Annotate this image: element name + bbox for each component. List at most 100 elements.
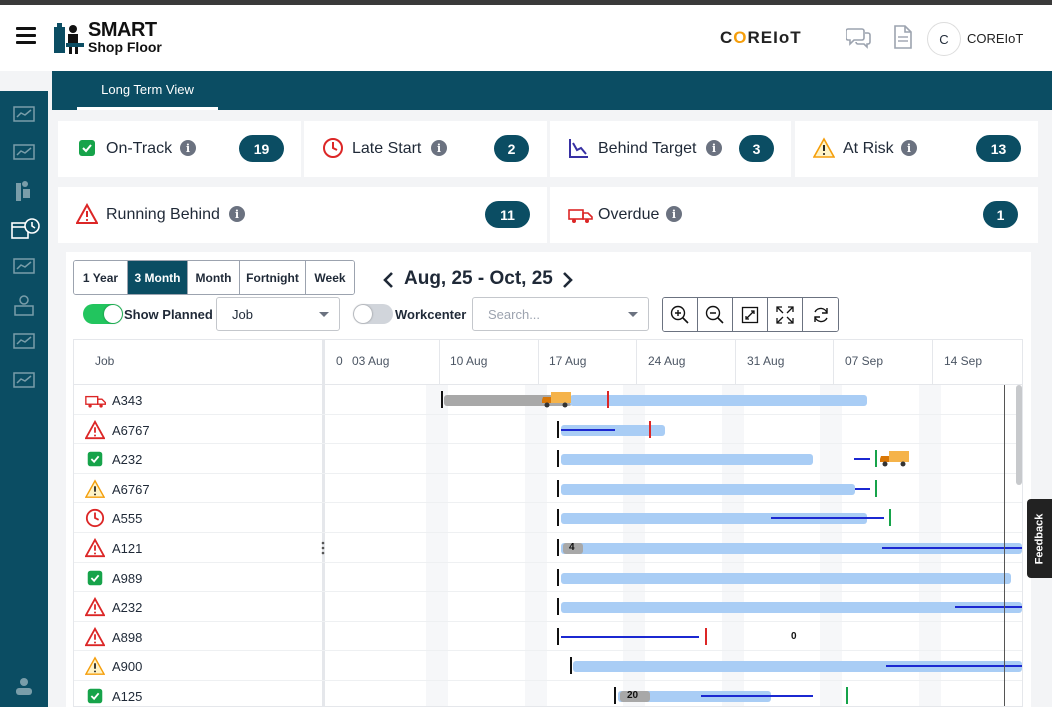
sidebar-operator-icon[interactable] <box>13 294 35 316</box>
status-card-overdue[interactable]: Overdue i 1 <box>550 187 1038 243</box>
document-icon[interactable] <box>890 25 916 49</box>
avatar[interactable]: C <box>927 22 961 56</box>
fullscreen-button[interactable] <box>768 298 803 331</box>
period-1-year-button[interactable]: 1 Year <box>74 261 128 294</box>
caret-down-icon <box>319 312 329 317</box>
group-by-value: Job <box>232 306 253 322</box>
sidebar-chart-icon[interactable] <box>13 333 35 351</box>
status-count: 1 <box>983 201 1018 228</box>
table-row[interactable]: A121 4 <box>74 533 1022 563</box>
job-name: A900 <box>112 659 143 675</box>
period-3-month-button[interactable]: 3 Month <box>128 261 188 294</box>
sidebar-chart-icon[interactable] <box>13 106 35 124</box>
job-name: A343 <box>112 393 143 408</box>
status-card-label: On-Track <box>106 140 173 157</box>
date-header: 24 Aug <box>648 354 686 368</box>
zoom-out-button[interactable] <box>698 298 733 331</box>
zoom-toolbar <box>662 297 839 332</box>
status-card-label: Overdue <box>598 206 660 223</box>
chevron-right-icon[interactable] <box>562 271 574 289</box>
sidebar-calendar-clock-icon[interactable] <box>11 217 41 241</box>
table-row[interactable]: A6767 <box>74 474 1022 504</box>
table-row[interactable]: A555 <box>74 503 1022 533</box>
user-name[interactable]: COREIoT <box>967 31 1023 46</box>
period-month-button[interactable]: Month <box>188 261 240 294</box>
table-row[interactable]: A898 0 <box>74 622 1022 652</box>
job-name: A6767 <box>112 422 150 438</box>
feedback-label: Feedback <box>1033 513 1046 564</box>
period-fortnight-button[interactable]: Fortnight <box>240 261 306 294</box>
sidebar-chart-icon[interactable] <box>13 258 35 276</box>
date-header: 03 Aug <box>352 354 390 368</box>
fit-button[interactable] <box>733 298 768 331</box>
warning-icon <box>85 479 105 498</box>
group-by-select[interactable]: Job <box>216 297 340 331</box>
table-row[interactable]: A232 <box>74 444 1022 474</box>
job-column-header[interactable]: Job <box>95 354 114 368</box>
alert-triangle-icon <box>85 597 105 617</box>
info-icon[interactable]: i <box>901 140 917 156</box>
workcenter-toggle[interactable] <box>353 304 393 324</box>
table-row[interactable]: A6767 <box>74 415 1022 445</box>
delivery-truck-icon <box>542 392 571 408</box>
alert-triangle-icon <box>85 538 105 558</box>
table-row[interactable]: A900 <box>74 651 1022 681</box>
period-week-button[interactable]: Week <box>306 261 354 294</box>
status-card-label: Behind Target <box>598 140 697 157</box>
status-card-late-start[interactable]: Late Start i 2 <box>304 121 547 177</box>
chat-icon[interactable] <box>846 25 872 49</box>
clock-icon <box>85 509 105 528</box>
table-row[interactable]: A343 <box>74 385 1022 415</box>
job-name: A121 <box>112 541 143 556</box>
zoom-in-button[interactable] <box>663 298 698 331</box>
job-name: A232 <box>112 600 143 616</box>
sidebar-chart-icon[interactable] <box>13 372 35 390</box>
sidebar <box>0 91 48 707</box>
search-select[interactable]: Search... <box>472 297 649 331</box>
table-row[interactable]: A125 20 <box>74 681 1022 706</box>
status-card-label: At Risk <box>843 140 894 157</box>
warning-icon <box>813 137 835 158</box>
date-header: 17 Aug <box>549 354 587 368</box>
delivery-truck-icon <box>880 451 909 467</box>
smart-shop-floor-logo[interactable]: SMART Shop Floor <box>54 19 184 59</box>
vertical-scrollbar[interactable] <box>1016 385 1022 485</box>
feedback-button[interactable]: Feedback <box>1027 499 1052 578</box>
job-name: A555 <box>112 511 143 527</box>
view-tabs: Long Term View <box>52 71 1052 110</box>
sidebar-worker-icon[interactable] <box>13 179 35 203</box>
sidebar-chart-icon[interactable] <box>13 144 35 162</box>
bar-badge: 20 <box>627 690 639 701</box>
date-header: 07 Sep <box>845 354 884 368</box>
info-icon[interactable]: i <box>706 140 722 156</box>
check-box-icon <box>87 451 103 467</box>
status-count: 3 <box>739 135 774 162</box>
clock-icon <box>323 138 343 158</box>
status-card-at-risk[interactable]: At Risk i 13 <box>795 121 1038 177</box>
job-name: A989 <box>112 570 143 586</box>
status-card-behind-target[interactable]: Behind Target i 3 <box>550 121 791 177</box>
date-header: 14 Sep <box>944 354 983 368</box>
status-count: 19 <box>239 135 284 162</box>
status-card-on-track[interactable]: On-Track i 19 <box>58 121 301 177</box>
status-card-label: Late Start <box>352 140 422 157</box>
sidebar-support-icon[interactable] <box>13 676 35 696</box>
status-card-running-behind[interactable]: Running Behind i 11 <box>58 187 547 243</box>
alert-triangle-icon <box>85 626 105 646</box>
date-header: 31 Aug <box>747 354 785 368</box>
info-icon[interactable]: i <box>180 140 196 156</box>
table-row[interactable]: A989 <box>74 563 1022 593</box>
info-icon[interactable]: i <box>229 206 245 222</box>
table-row[interactable]: A232 <box>74 592 1022 622</box>
show-planned-toggle[interactable] <box>83 304 123 324</box>
tab-long-term-view[interactable]: Long Term View <box>77 71 218 110</box>
trend-down-icon <box>569 139 588 158</box>
info-icon[interactable]: i <box>666 206 682 222</box>
info-icon[interactable]: i <box>431 140 447 156</box>
refresh-button[interactable] <box>803 298 838 331</box>
gantt-grid: Job 0 03 Aug 10 Aug 17 Aug 24 Aug 31 Aug… <box>73 339 1023 707</box>
menu-icon[interactable] <box>16 27 36 45</box>
chevron-left-icon[interactable] <box>382 271 394 289</box>
today-marker <box>1004 385 1005 706</box>
logo-line-2: Shop Floor <box>88 39 162 55</box>
